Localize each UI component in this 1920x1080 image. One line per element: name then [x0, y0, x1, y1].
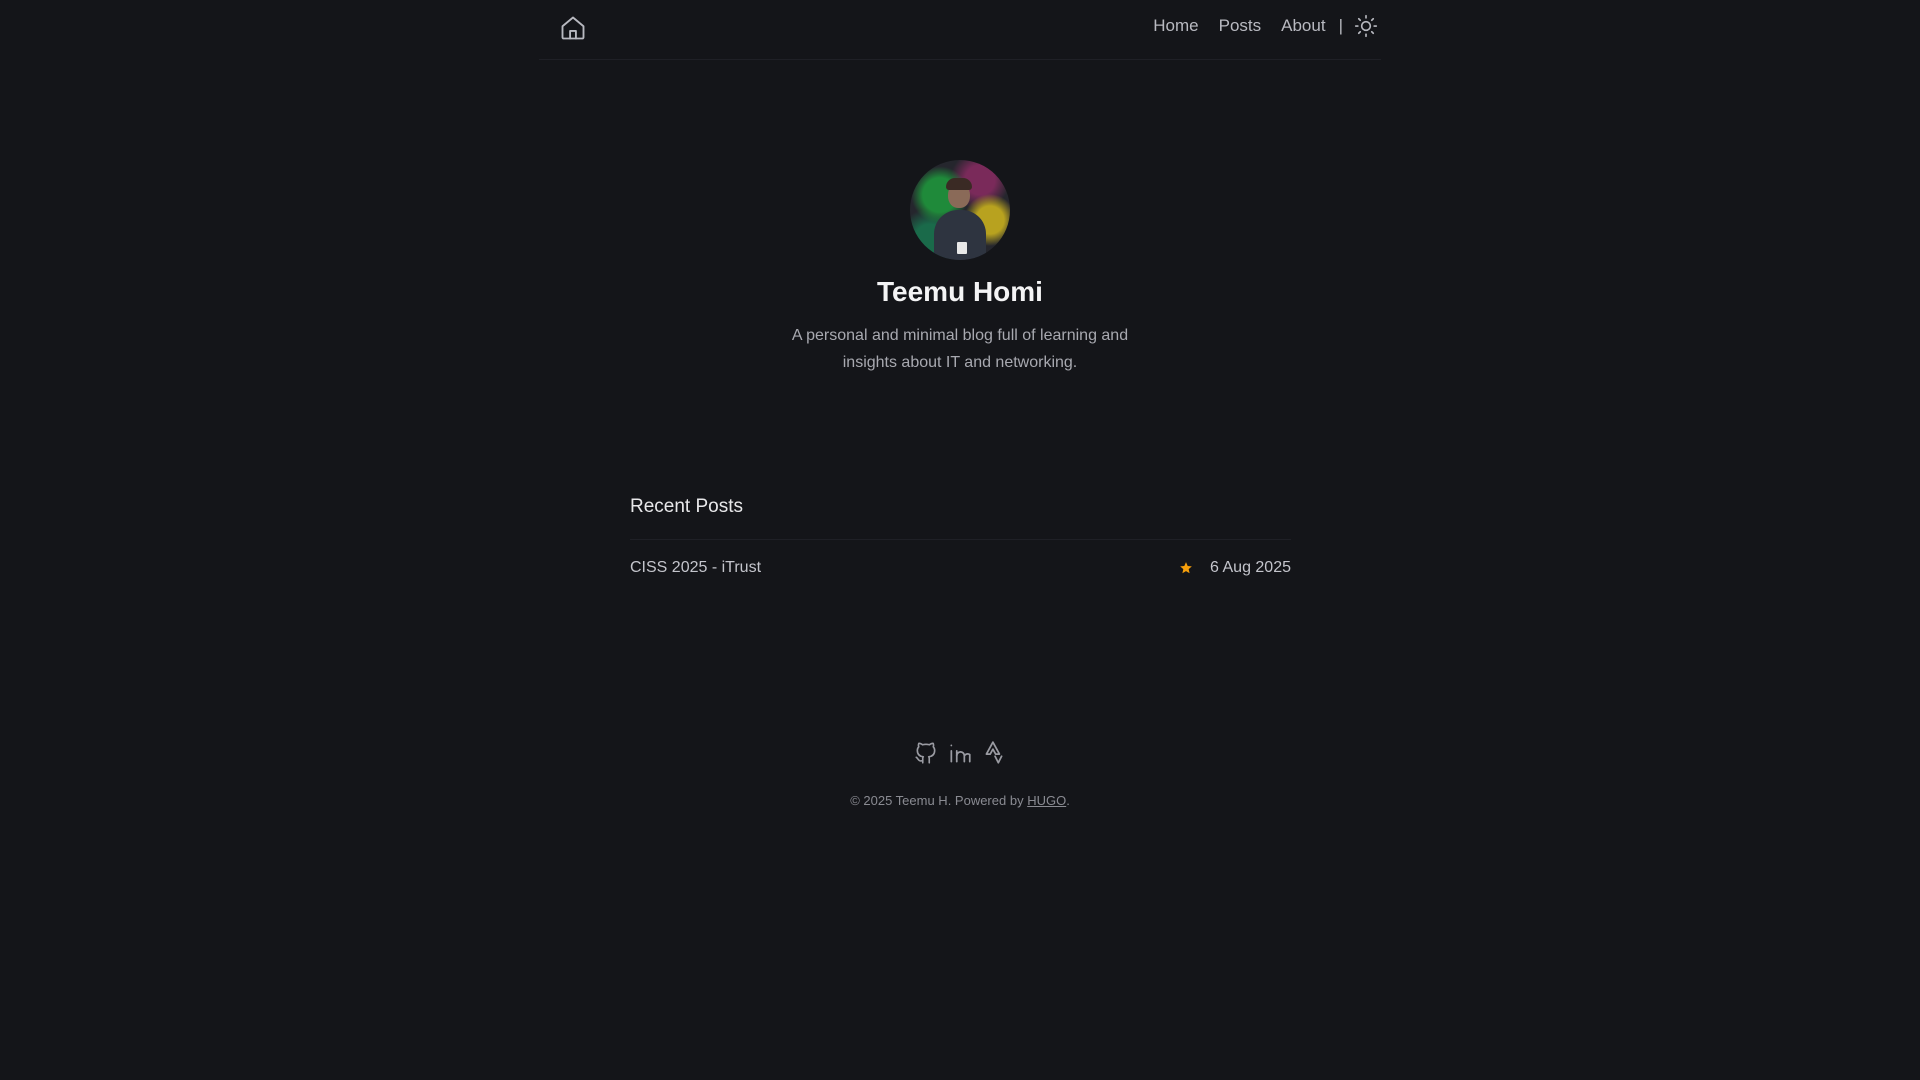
recent-posts-section: Recent Posts CISS 2025 - iTrust 6 Aug 20… — [630, 496, 1291, 580]
avatar — [910, 160, 1010, 260]
strava-link[interactable] — [981, 740, 1007, 766]
profile-description: A personal and minimal blog full of lear… — [791, 327, 1129, 371]
page: Home Posts About | Teemu Homi A personal… — [0, 0, 1920, 1080]
social-links — [0, 740, 1920, 766]
github-icon — [915, 742, 936, 764]
nav-separator: | — [1338, 16, 1343, 35]
linkedin-icon — [950, 744, 971, 763]
copyright-prefix: © 2025 Teemu H. Powered by — [850, 793, 1028, 808]
nav-link-home[interactable]: Home — [1153, 16, 1198, 36]
nav-link-posts[interactable]: Posts — [1219, 16, 1262, 36]
post-title[interactable]: CISS 2025 - iTrust — [630, 543, 761, 577]
post-list-item[interactable]: CISS 2025 - iTrust 6 Aug 2025 — [630, 539, 1291, 580]
recent-posts-heading: Recent Posts — [630, 496, 743, 517]
copyright-suffix: . — [1066, 793, 1070, 808]
avatar-badge-shape — [957, 242, 967, 254]
avatar-hair-shape — [946, 178, 972, 190]
post-meta: 6 Aug 2025 — [1179, 543, 1291, 577]
star-icon — [1180, 562, 1192, 574]
strava-icon — [985, 741, 1003, 764]
linkedin-link[interactable] — [947, 740, 973, 766]
hugo-link[interactable]: HUGO — [1027, 793, 1066, 808]
copyright-text: © 2025 Teemu H. Powered by HUGO. — [0, 793, 1920, 808]
post-date: 6 Aug 2025 — [1210, 559, 1291, 576]
home-icon[interactable] — [559, 14, 587, 42]
sun-icon[interactable] — [1353, 13, 1379, 39]
nav-link-about[interactable]: About — [1281, 16, 1325, 36]
github-link[interactable] — [913, 740, 939, 766]
profile-name: Teemu Homi — [877, 276, 1043, 307]
site-header: Home Posts About | — [539, 0, 1381, 60]
main-nav: Home Posts About | — [1153, 0, 1381, 52]
